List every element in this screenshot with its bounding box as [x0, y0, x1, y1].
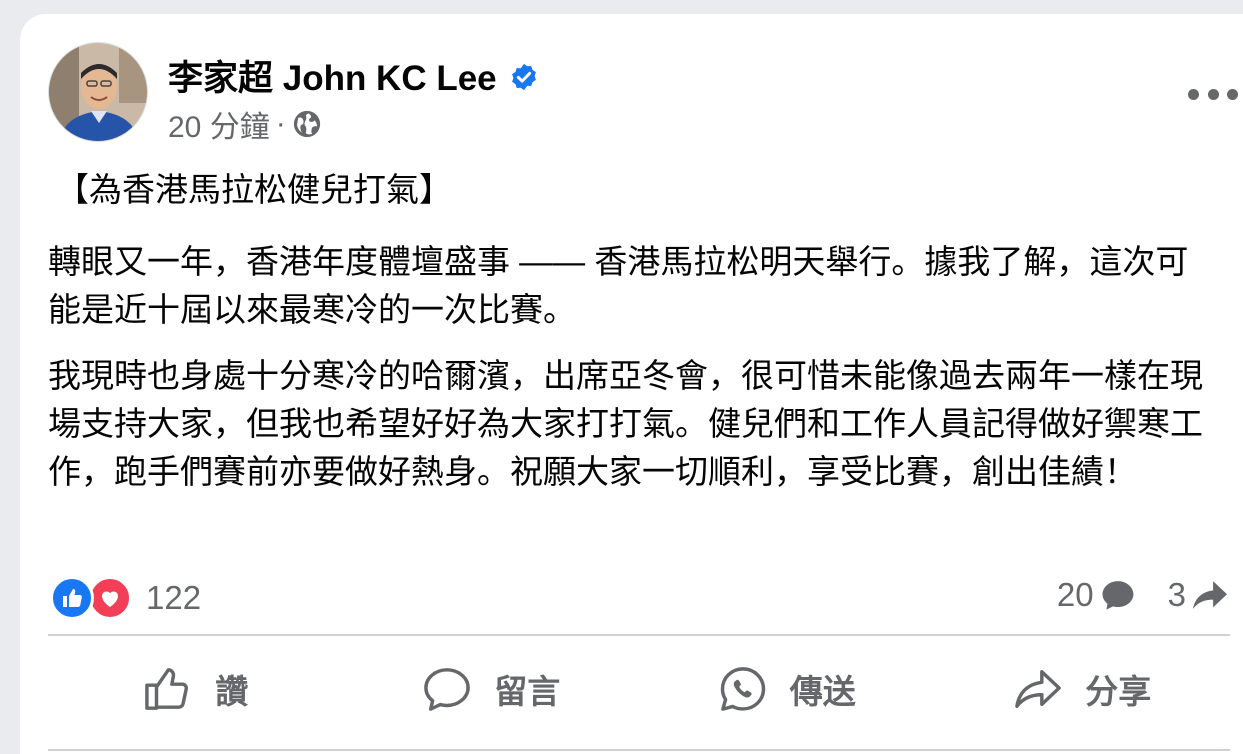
comment-bubble-icon — [1102, 581, 1134, 610]
share-count-text: 3 — [1167, 576, 1186, 613]
comment-icon — [424, 668, 471, 711]
post-card: 李家超 John KC Lee 20 分鐘 · 【為香港馬拉松健兒打氣】 轉眼又… — [20, 14, 1243, 754]
post-paragraph: 轉眼又一年，香港年度體壇盛事 —— 香港馬拉松明天舉行。據我了解，這次可能是近十… — [48, 243, 1189, 328]
comments-count[interactable]: 20 — [1057, 576, 1138, 614]
love-reaction-icon — [88, 576, 132, 620]
post-paragraph: 我現時也身處十分寒冷的哈爾濱，出席亞冬會，很可惜未能像過去兩年一樣在現場支持大家… — [48, 357, 1203, 490]
bottom-divider — [48, 749, 1230, 751]
author-name[interactable]: 李家超 John KC Lee — [168, 50, 539, 101]
divider — [48, 634, 1230, 636]
comment-count-text: 20 — [1056, 576, 1094, 613]
send-label: 傳送 — [789, 673, 856, 710]
meta-separator: · — [275, 107, 286, 140]
post-body: 【為香港馬拉松健兒打氣】 轉眼又一年，香港年度體壇盛事 —— 香港馬拉松明天舉行… — [48, 166, 1218, 514]
post-header: 李家超 John KC Lee 20 分鐘 · — [48, 42, 1238, 144]
comment-button[interactable]: 留言 — [344, 650, 640, 728]
share-icon — [1015, 670, 1062, 708]
share-label: 分享 — [1085, 673, 1152, 710]
timestamp[interactable]: 20 分鐘 — [168, 102, 270, 146]
like-button[interactable]: 讚 — [48, 650, 344, 728]
whatsapp-icon — [720, 667, 765, 711]
thumbs-up-icon — [145, 668, 189, 710]
engagement-counts: 20 3 — [1027, 576, 1230, 614]
verified-badge-icon — [509, 61, 539, 91]
share-arrow-icon — [1193, 581, 1227, 609]
action-bar: 讚 留言 傳送 分享 — [48, 650, 1230, 728]
post-meta: 20 分鐘 · — [168, 102, 322, 146]
like-label: 讚 — [215, 673, 249, 710]
reaction-count[interactable]: 122 — [146, 579, 201, 617]
post-title: 【為香港馬拉松健兒打氣】 — [56, 171, 452, 208]
like-reaction-icon — [50, 576, 94, 620]
reactions-summary[interactable]: 122 — [50, 576, 201, 620]
author-name-text[interactable]: 李家超 John KC Lee — [168, 50, 497, 101]
shares-count[interactable]: 3 — [1168, 576, 1230, 614]
share-button[interactable]: 分享 — [935, 650, 1231, 728]
more-options-icon[interactable] — [1188, 84, 1238, 104]
globe-icon — [292, 109, 322, 139]
send-button[interactable]: 傳送 — [639, 650, 935, 728]
comment-label: 留言 — [494, 673, 561, 710]
avatar[interactable] — [48, 42, 148, 142]
post-stats: 122 20 3 — [50, 574, 1230, 620]
